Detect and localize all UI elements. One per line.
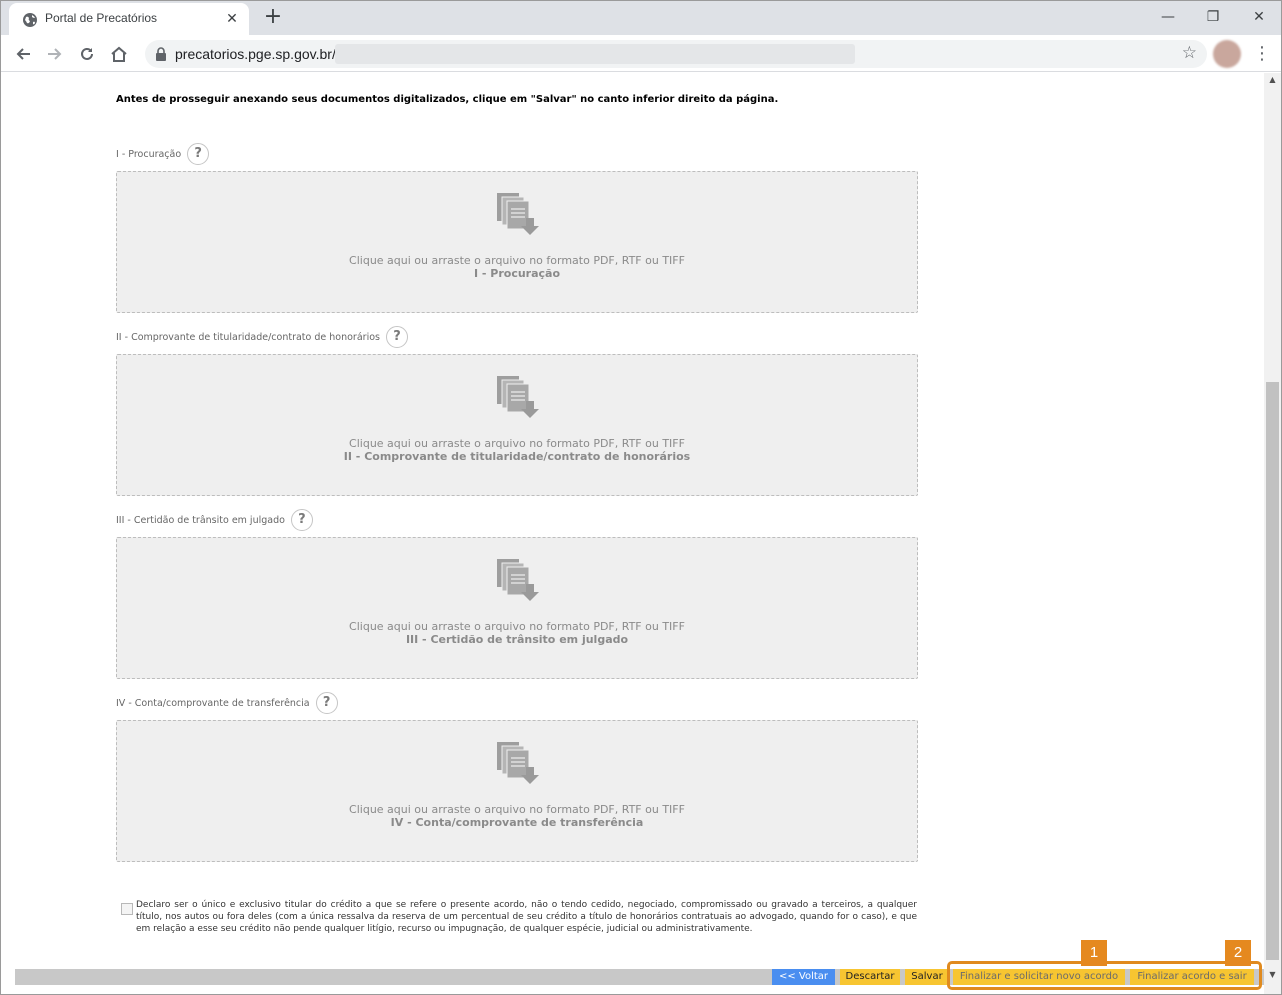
blurred-url-part bbox=[335, 44, 855, 64]
back-button[interactable]: << Voltar bbox=[772, 969, 835, 985]
menu-icon[interactable]: ⋮ bbox=[1253, 41, 1271, 67]
page-content: Antes de prosseguir anexando seus docume… bbox=[1, 73, 1264, 994]
declaration-text: Declaro ser o único e exclusivo titular … bbox=[136, 900, 917, 934]
dropzone-doc-name: III - Certidão de trânsito em julgado bbox=[405, 633, 629, 646]
tab-close-icon[interactable]: ✕ bbox=[223, 10, 241, 28]
star-icon[interactable]: ☆ bbox=[1182, 43, 1197, 63]
forward-icon[interactable] bbox=[42, 41, 68, 67]
file-upload-icon bbox=[497, 559, 539, 601]
doc-label-certidao-transito: III - Certidão de trânsito em julgado ? bbox=[116, 509, 313, 531]
doc-label-text: II - Comprovante de titularidade/contrat… bbox=[116, 331, 380, 343]
lock-icon bbox=[156, 47, 166, 61]
annotation-marker-1: 1 bbox=[1081, 940, 1107, 966]
tab-title: Portal de Precatórios bbox=[45, 11, 158, 25]
dropzone-doc-name: II - Comprovante de titularidade/contrat… bbox=[343, 450, 691, 463]
doc-label-text: I - Procuração bbox=[116, 148, 182, 160]
doc-label-text: III - Certidão de trânsito em julgado bbox=[116, 514, 285, 526]
browser-toolbar: precatorios.pge.sp.gov.br/ ☆ ⋮ bbox=[1, 35, 1281, 72]
close-window-button[interactable]: ✕ bbox=[1236, 5, 1282, 29]
discard-button[interactable]: Descartar bbox=[840, 969, 900, 985]
declaration-block: Declaro ser o único e exclusivo titular … bbox=[121, 899, 917, 935]
back-icon[interactable] bbox=[10, 41, 36, 67]
dropzone-hint: Clique aqui ou arraste o arquivo no form… bbox=[349, 803, 685, 816]
declaration-checkbox[interactable] bbox=[121, 903, 133, 915]
vertical-scrollbar[interactable]: ▲ ▼ bbox=[1264, 73, 1281, 994]
dropzone-procuracao[interactable]: Clique aqui ou arraste o arquivo no form… bbox=[116, 171, 918, 313]
scroll-up-icon[interactable]: ▲ bbox=[1264, 75, 1281, 87]
dropzone-conta-transferencia[interactable]: Clique aqui ou arraste o arquivo no form… bbox=[116, 720, 918, 862]
restore-button[interactable]: ❐ bbox=[1190, 5, 1236, 29]
scroll-thumb[interactable] bbox=[1266, 382, 1279, 960]
dropzone-comprovante-titularidade[interactable]: Clique aqui ou arraste o arquivo no form… bbox=[116, 354, 918, 496]
annotation-marker-2: 2 bbox=[1225, 940, 1251, 966]
dropzone-hint: Clique aqui ou arraste o arquivo no form… bbox=[349, 254, 685, 267]
help-icon[interactable]: ? bbox=[385, 326, 408, 348]
reload-icon[interactable] bbox=[74, 41, 100, 67]
new-tab-button[interactable]: + bbox=[261, 5, 285, 29]
url-text: precatorios.pge.sp.gov.br/ bbox=[175, 46, 336, 62]
save-button[interactable]: Salvar bbox=[905, 969, 949, 985]
dropzone-doc-name: IV - Conta/comprovante de transferência bbox=[390, 816, 644, 829]
minimize-button[interactable]: — bbox=[1145, 5, 1191, 29]
dropzone-hint: Clique aqui ou arraste o arquivo no form… bbox=[349, 437, 685, 450]
profile-avatar[interactable] bbox=[1213, 40, 1241, 68]
scroll-down-icon[interactable]: ▼ bbox=[1264, 970, 1281, 982]
help-icon[interactable]: ? bbox=[290, 509, 313, 531]
doc-label-text: IV - Conta/comprovante de transferência bbox=[116, 697, 310, 709]
file-upload-icon bbox=[497, 193, 539, 235]
help-icon[interactable]: ? bbox=[315, 692, 338, 714]
globe-icon bbox=[23, 13, 37, 27]
doc-label-procuracao: I - Procuração ? bbox=[116, 143, 210, 165]
save-notice: Antes de prosseguir anexando seus docume… bbox=[116, 94, 779, 105]
browser-tab[interactable]: Portal de Precatórios ✕ bbox=[9, 3, 249, 35]
tab-bar: Portal de Precatórios ✕ + — ❐ ✕ bbox=[1, 1, 1281, 35]
dropzone-certidao-transito[interactable]: Clique aqui ou arraste o arquivo no form… bbox=[116, 537, 918, 679]
file-upload-icon bbox=[497, 742, 539, 784]
home-icon[interactable] bbox=[106, 41, 132, 67]
dropzone-hint: Clique aqui ou arraste o arquivo no form… bbox=[349, 620, 685, 633]
doc-label-comprovante-titularidade: II - Comprovante de titularidade/contrat… bbox=[116, 326, 408, 348]
file-upload-icon bbox=[497, 376, 539, 418]
address-bar[interactable]: precatorios.pge.sp.gov.br/ ☆ bbox=[145, 40, 1207, 68]
doc-label-conta-transferencia: IV - Conta/comprovante de transferência … bbox=[116, 692, 338, 714]
help-icon[interactable]: ? bbox=[187, 143, 210, 165]
dropzone-doc-name: I - Procuração bbox=[473, 267, 561, 280]
